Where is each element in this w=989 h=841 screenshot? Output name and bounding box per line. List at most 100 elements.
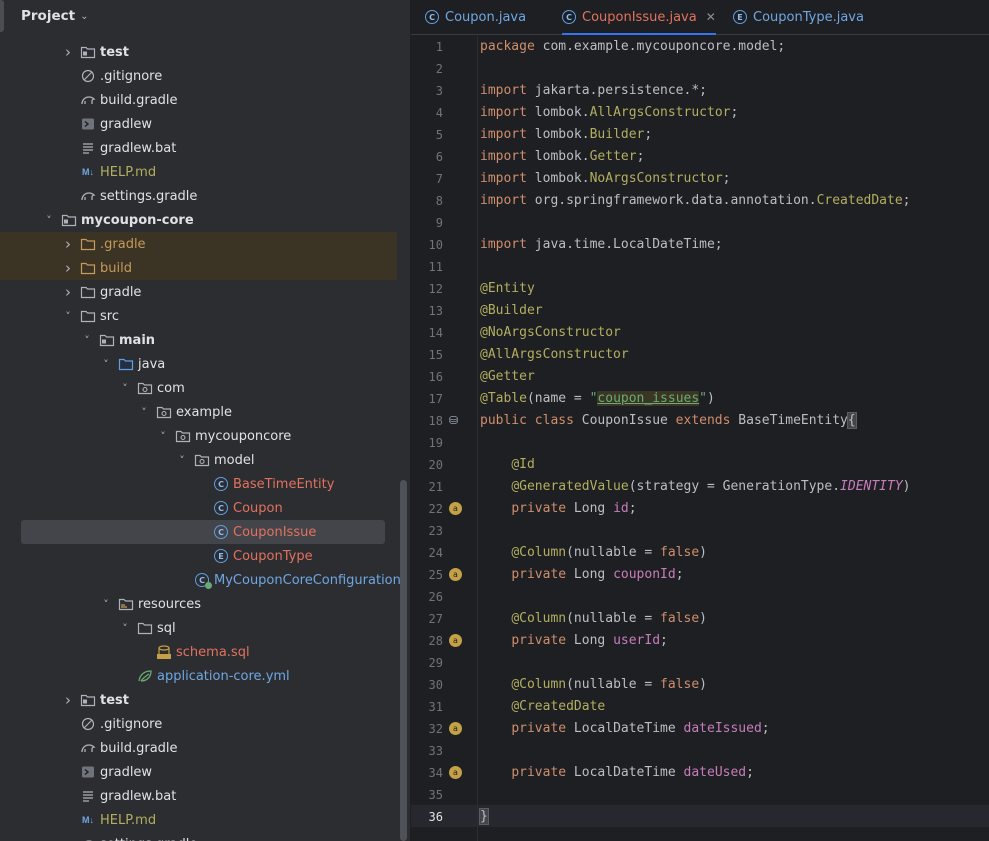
line-number[interactable]: 16 — [411, 366, 443, 388]
line-number[interactable]: 5 — [411, 124, 443, 146]
line-number[interactable]: 23 — [411, 520, 443, 542]
line-number[interactable]: 17 — [411, 388, 443, 410]
code-line[interactable]: @Builder — [480, 300, 543, 322]
tree-row[interactable]: ˅ model — [0, 448, 400, 472]
bean-field-icon[interactable]: a — [449, 722, 462, 735]
chevron-down-icon[interactable]: ˅ — [175, 454, 189, 467]
line-number[interactable]: 12 — [411, 278, 443, 300]
line-number[interactable]: 9 — [411, 212, 443, 234]
project-panel-header[interactable]: Project ⌄ — [0, 0, 410, 32]
tree-row[interactable]: › .gradle — [0, 232, 397, 256]
chevron-down-icon[interactable]: ˅ — [99, 598, 113, 611]
sidebar-scrollbar[interactable] — [400, 480, 407, 841]
line-gutter[interactable]: 1 2 3 4 5 6 7 8 9 10 11 12 13 14 15 16 17 18 ⛁ 19 20 21 22 a 23 2… — [411, 36, 478, 841]
line-number[interactable]: 35 — [411, 784, 443, 806]
tool-window-stripe[interactable] — [0, 0, 4, 32]
chevron-down-icon[interactable]: ⌄ — [80, 11, 88, 22]
tree-row[interactable]: .gitignore — [0, 64, 400, 88]
tree-row[interactable]: M↓ HELP.md — [0, 160, 400, 184]
line-number[interactable]: 4 — [411, 102, 443, 124]
code-line[interactable]: package com.example.mycouponcore.model; — [480, 36, 785, 58]
tree-row[interactable]: ˅ sql — [0, 616, 400, 640]
bean-field-icon[interactable]: a — [449, 502, 462, 515]
code-line[interactable]: import org.springframework.data.annotati… — [480, 190, 910, 212]
code-editor[interactable]: C Coupon.java C CouponIssue.java ✕ E CouponTyp… — [411, 0, 989, 841]
tree-row[interactable]: ˅ main — [0, 328, 400, 352]
tree-row[interactable]: gradlew — [0, 760, 400, 784]
line-number[interactable]: 30 — [411, 674, 443, 696]
code-line[interactable]: @Column(nullable = false) — [480, 608, 707, 630]
tree-row[interactable]: M↓ HELP.md — [0, 808, 400, 832]
tree-row[interactable]: C BaseTimeEntity — [0, 472, 400, 496]
line-number[interactable]: 28 — [411, 630, 443, 652]
code-line[interactable]: @CreatedDate — [480, 696, 605, 718]
chevron-down-icon[interactable]: ˅ — [156, 430, 170, 443]
line-number[interactable]: 33 — [411, 740, 443, 762]
code-line[interactable]: @Entity — [480, 278, 535, 300]
line-number[interactable]: 7 — [411, 168, 443, 190]
tree-row[interactable]: ˅ example — [0, 400, 400, 424]
tree-row[interactable]: gradlew.bat — [0, 784, 400, 808]
tree-row[interactable]: C CouponIssue — [0, 520, 400, 544]
close-icon[interactable]: ✕ — [706, 10, 716, 24]
chevron-right-icon[interactable]: › — [61, 283, 75, 301]
line-number[interactable]: 25 — [411, 564, 443, 586]
editor-tab[interactable]: E CouponType.java — [733, 0, 864, 34]
line-number[interactable]: 31 — [411, 696, 443, 718]
line-number[interactable]: 3 — [411, 80, 443, 102]
code-line[interactable]: } — [479, 806, 489, 828]
tree-row[interactable]: ˅ mycouponcore — [0, 424, 400, 448]
tree-row[interactable]: settings.gradle — [0, 184, 400, 208]
code-line[interactable]: import lombok.Getter; — [480, 146, 644, 168]
editor-tab[interactable]: C CouponIssue.java ✕ — [562, 0, 716, 35]
line-number[interactable]: 22 — [411, 498, 443, 520]
database-icon[interactable]: ⛁ — [449, 414, 463, 427]
chevron-right-icon[interactable]: › — [61, 43, 75, 61]
tree-row[interactable]: › test — [0, 688, 400, 712]
code-line[interactable]: import lombok.Builder; — [480, 124, 652, 146]
code-line[interactable]: import lombok.AllArgsConstructor; — [480, 102, 738, 124]
code-line[interactable]: private Long userId; — [480, 630, 668, 652]
line-number[interactable]: 19 — [411, 432, 443, 454]
code-line[interactable]: @AllArgsConstructor — [480, 344, 629, 366]
bean-field-icon[interactable]: a — [449, 568, 462, 581]
tree-row[interactable]: › gradle — [0, 280, 400, 304]
tree-row[interactable]: gradlew — [0, 112, 400, 136]
bean-field-icon[interactable]: a — [449, 634, 462, 647]
tree-row[interactable]: ˅ java — [0, 352, 400, 376]
tree-row[interactable]: E CouponType — [0, 544, 400, 568]
code-line[interactable]: @Column(nullable = false) — [480, 674, 707, 696]
chevron-right-icon[interactable]: › — [61, 235, 75, 253]
line-number[interactable]: 32 — [411, 718, 443, 740]
line-number[interactable]: 13 — [411, 300, 443, 322]
line-number[interactable]: 6 — [411, 146, 443, 168]
tree-row[interactable]: › build — [0, 256, 397, 280]
tree-row[interactable]: ˅ src — [0, 304, 400, 328]
line-number[interactable]: 29 — [411, 652, 443, 674]
code-line[interactable]: import lombok.NoArgsConstructor; — [480, 168, 730, 190]
tree-row[interactable]: build.gradle — [0, 88, 400, 112]
tree-row[interactable]: C MyCouponCoreConfiguration — [0, 568, 401, 592]
code-line[interactable]: @Column(nullable = false) — [480, 542, 707, 564]
tree-row[interactable]: .gitignore — [0, 712, 400, 736]
line-number[interactable]: 24 — [411, 542, 443, 564]
code-line[interactable]: private Long couponId; — [480, 564, 683, 586]
line-number[interactable]: 26 — [411, 586, 443, 608]
code-line[interactable]: import java.time.LocalDateTime; — [480, 234, 723, 256]
line-number[interactable]: 10 — [411, 234, 443, 256]
line-number[interactable]: 27 — [411, 608, 443, 630]
line-number[interactable]: 14 — [411, 322, 443, 344]
tree-row[interactable]: gradlew.bat — [0, 136, 400, 160]
line-number[interactable]: 2 — [411, 58, 443, 80]
chevron-down-icon[interactable]: ˅ — [42, 214, 56, 227]
tree-row[interactable]: ˅ com — [0, 376, 400, 400]
line-number[interactable]: 20 — [411, 454, 443, 476]
project-panel-title[interactable]: Project — [21, 8, 75, 24]
line-number[interactable]: 36 — [411, 806, 443, 828]
tree-row[interactable]: application-core.yml — [0, 664, 400, 688]
editor-tab[interactable]: C Coupon.java — [425, 0, 526, 34]
chevron-down-icon[interactable]: ˅ — [118, 382, 132, 395]
bean-field-icon[interactable]: a — [449, 766, 462, 779]
code-line[interactable]: import jakarta.persistence.*; — [480, 80, 707, 102]
chevron-down-icon[interactable]: ˅ — [80, 334, 94, 347]
